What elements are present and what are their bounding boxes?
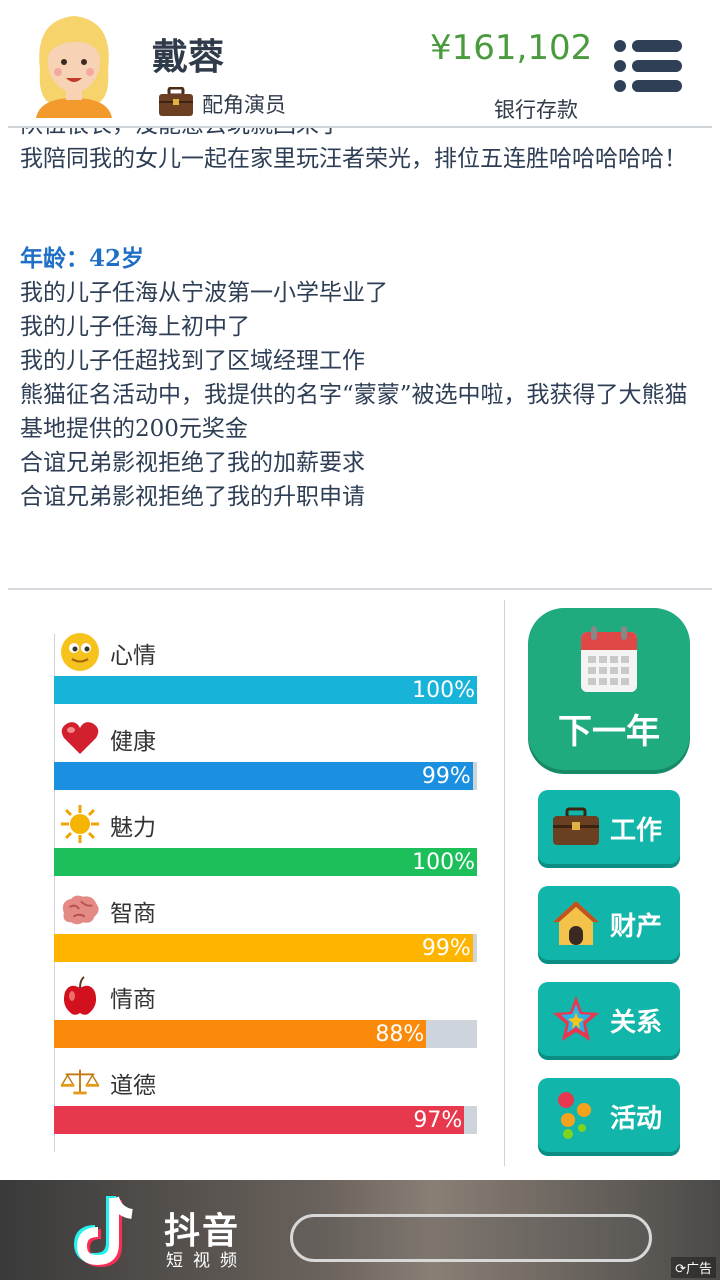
stat-eq: 情商 88% (54, 976, 478, 1062)
ad-tag-label: 广告 (685, 1262, 712, 1277)
stat-health: 健康 99% (54, 718, 478, 804)
log-line: 合谊兄弟影视拒绝了我的加薪要求 (20, 450, 365, 476)
panel-divider (504, 600, 505, 1166)
stat-bar-fill: 88% (54, 1020, 427, 1048)
next-year-label: 下一年 (558, 712, 660, 752)
scale-icon (60, 1062, 100, 1102)
activities-button[interactable]: 活动 (538, 1078, 680, 1152)
heart-icon (60, 718, 100, 758)
stat-label: 情商 (110, 987, 156, 1013)
stat-value: 88% (375, 1022, 425, 1047)
ad-close-icon[interactable]: ⟳ (675, 1262, 686, 1277)
stat-bar: 100% (54, 848, 477, 876)
house-icon (550, 896, 602, 950)
assets-button[interactable]: 财产 (538, 886, 680, 960)
bank-balance: ¥161,102 (430, 28, 593, 68)
job-label: 配角演员 (202, 93, 286, 117)
ad-cta-pill[interactable] (290, 1214, 652, 1262)
calendar-icon (579, 624, 639, 698)
work-label: 工作 (610, 816, 663, 846)
tiktok-logo-icon (70, 1194, 146, 1274)
stat-value: 99% (421, 936, 471, 961)
stat-bar-fill: 99% (54, 762, 473, 790)
avatar[interactable] (30, 10, 118, 118)
relations-label: 关系 (610, 1008, 663, 1038)
activities-label: 活动 (610, 1104, 663, 1134)
stat-bar-fill: 100% (54, 676, 477, 704)
relations-button[interactable]: 关系 (538, 982, 680, 1056)
assets-label: 财产 (610, 912, 663, 942)
event-log[interactable]: 队伍很长，没能感去玩就回来了 我陪同我的女儿一起在家里玩汪者荣光，排位五连胜哈哈… (20, 128, 700, 586)
log-line: 队伍很长，没能感去玩就回来了 (20, 128, 692, 142)
brain-icon (60, 890, 100, 930)
briefcase-icon (550, 800, 602, 854)
stat-value: 99% (421, 764, 471, 789)
stat-bar-fill: 99% (54, 934, 473, 962)
header: 戴蓉 配角演员 ¥161,102 银行存款 (0, 0, 720, 126)
stat-bar-fill: 100% (54, 848, 477, 876)
log-line: 熊猫征名活动中，我提供的名字“蒙蒙”被选中啦，我获得了大熊猫基地提供的200元奖… (20, 382, 688, 442)
stat-bar: 99% (54, 934, 477, 962)
stat-bar: 88% (54, 1020, 477, 1048)
stat-bar: 100% (54, 676, 477, 704)
stat-label: 道德 (110, 1073, 156, 1099)
job-info: 配角演员 (158, 86, 286, 121)
stat-label: 心情 (110, 643, 156, 669)
age-heading: 年龄：42岁 (20, 245, 145, 272)
stat-morality: 道德 97% (54, 1062, 478, 1148)
bank-balance-label: 银行存款 (494, 98, 578, 122)
log-line: 我陪同我的女儿一起在家里玩汪者荣光，排位五连胜哈哈哈哈哈！ (20, 146, 687, 172)
briefcase-icon (158, 86, 194, 121)
ad-subtitle: 短视频 (166, 1251, 247, 1271)
log-line: 合谊兄弟影视拒绝了我的升职申请 (20, 484, 365, 510)
player-name: 戴蓉 (152, 37, 225, 78)
stat-charm: 魅力 100% (54, 804, 478, 890)
stat-value: 100% (412, 850, 475, 875)
stat-label: 智商 (110, 901, 156, 927)
stat-value: 100% (412, 678, 475, 703)
log-divider (8, 588, 712, 590)
activities-icon (550, 1088, 602, 1142)
stat-mood: 心情 100% (54, 632, 478, 718)
stat-label: 魅力 (110, 815, 156, 841)
apple-icon (60, 976, 100, 1016)
ad-tag: ⟳广告 (671, 1257, 716, 1278)
next-year-button[interactable]: 下一年 (528, 608, 690, 770)
log-line: 我的儿子任超找到了区域经理工作 (20, 348, 365, 374)
log-line: 我的儿子任海从宁波第一小学毕业了 (20, 280, 388, 306)
stat-iq: 智商 99% (54, 890, 478, 976)
smiley-icon (60, 632, 100, 672)
stat-bar: 97% (54, 1106, 477, 1134)
menu-icon[interactable] (612, 38, 684, 94)
sun-icon (60, 804, 100, 844)
stat-label: 健康 (110, 729, 156, 755)
work-button[interactable]: 工作 (538, 790, 680, 864)
star-icon (550, 992, 602, 1046)
ad-banner[interactable]: 抖音 短视频 ⟳广告 (0, 1180, 720, 1280)
log-line: 我的儿子任海上初中了 (20, 314, 250, 340)
stat-value: 97% (413, 1108, 463, 1133)
stat-bar-fill: 97% (54, 1106, 465, 1134)
stat-bar: 99% (54, 762, 477, 790)
